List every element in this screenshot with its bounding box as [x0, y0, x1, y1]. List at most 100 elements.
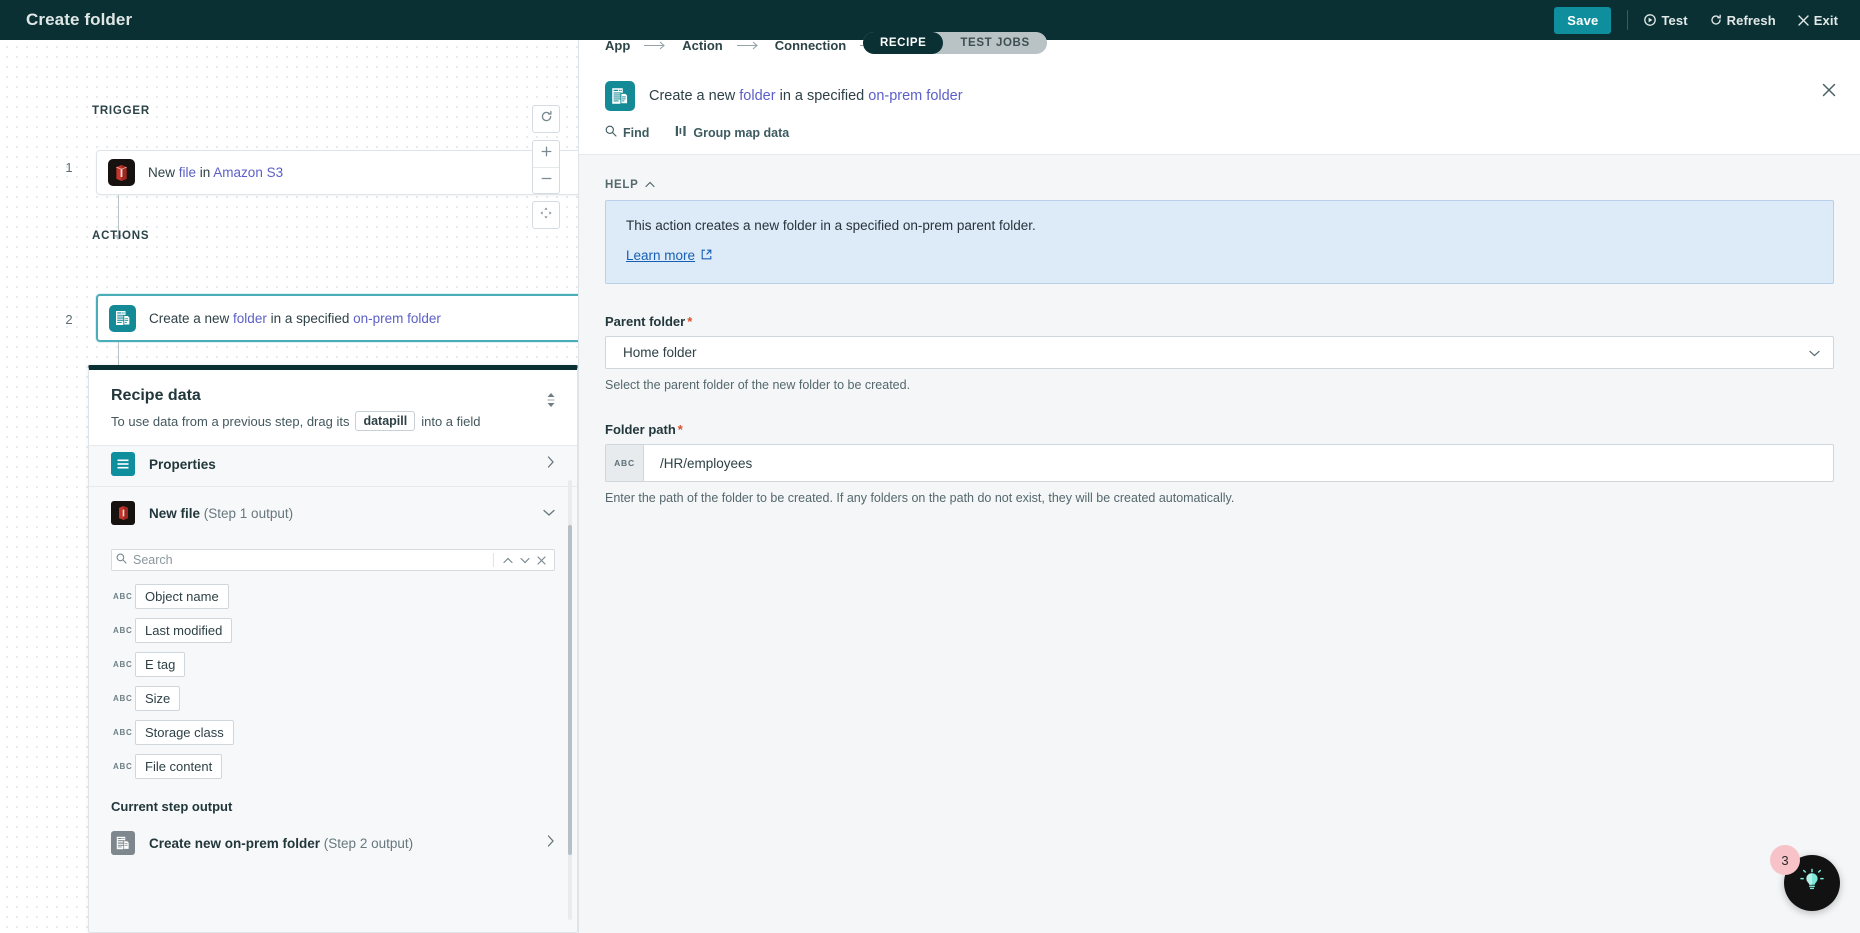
panel-resize-handle[interactable] [545, 392, 557, 413]
recipe-data-row-properties[interactable]: Properties [89, 442, 577, 486]
step-text-datapill-2: Amazon S3 [213, 165, 283, 180]
header-actions: Save Test Refresh [1554, 7, 1860, 34]
folder-path-label: Folder path [605, 422, 676, 437]
recipe-data-title: Recipe data [111, 387, 555, 405]
divider [1627, 10, 1628, 30]
help-label: HELP [605, 179, 638, 191]
zoom-out-button[interactable] [533, 167, 559, 193]
action-text-mid: in a specified [267, 311, 353, 326]
help-box: This action creates a new folder in a sp… [605, 200, 1834, 284]
title-prefix: Create a new [649, 88, 739, 104]
step2-name: Create new on-prem folder [149, 836, 320, 851]
current-step-output-label: Current step output [89, 783, 577, 818]
properties-icon [111, 452, 135, 476]
datapill[interactable]: Storage class [135, 720, 234, 745]
exit-label: Exit [1814, 13, 1838, 28]
step1-suffix: (Step 1 output) [204, 506, 293, 521]
assistant-fab[interactable]: 3 [1784, 855, 1840, 911]
action-config-panel: App Action Connection Setup [578, 28, 1860, 933]
list-item[interactable]: ABC Storage class [89, 715, 577, 749]
step-number-1: 1 [62, 160, 76, 175]
fit-to-screen-button[interactable] [533, 202, 559, 228]
recipe-data-header: Recipe data To use data from a previous … [89, 370, 577, 445]
action-text-datapill-2: on-prem folder [353, 311, 441, 326]
group-map-data-button[interactable]: Group map data [675, 125, 789, 140]
folder-path-value[interactable]: /HR/employees [644, 445, 1833, 481]
datapill[interactable]: Size [135, 686, 180, 711]
search-icon [116, 551, 127, 569]
play-circle-icon [1644, 14, 1656, 26]
step-text-mid: in [196, 165, 213, 180]
refresh-label: Refresh [1727, 13, 1776, 28]
list-item[interactable]: ABC E tag [89, 647, 577, 681]
step1-output-label: New file (Step 1 output) [149, 506, 293, 521]
search-next-button[interactable] [516, 557, 533, 564]
zoom-in-button[interactable] [533, 141, 559, 167]
recipe-data-row-step1[interactable]: New file (Step 1 output) [89, 487, 577, 539]
fit-group [532, 201, 560, 229]
tab-test-jobs[interactable]: TEST JOBS [943, 32, 1046, 54]
required-asterisk: * [687, 314, 692, 329]
reset-icon [540, 110, 553, 128]
learn-more-link[interactable]: Learn more [626, 248, 712, 263]
datapill-chip-example: datapill [355, 411, 415, 431]
reset-zoom-group [532, 105, 560, 133]
tab-recipe[interactable]: RECIPE [863, 32, 943, 54]
title-datapill-1: folder [739, 88, 775, 104]
datapill-type: ABC [113, 762, 135, 771]
help-body-text: This action creates a new folder in a sp… [626, 218, 1813, 233]
exit-button[interactable]: Exit [1798, 13, 1838, 28]
help-section-toggle[interactable]: HELP [605, 179, 1834, 191]
search-prev-button[interactable] [499, 557, 516, 564]
reset-zoom-button[interactable] [533, 106, 559, 132]
arrow-right-icon [737, 41, 761, 50]
search-input-wrapper[interactable] [111, 549, 555, 571]
action-panel-body: HELP This action creates a new folder in… [579, 155, 1860, 933]
recipe-step-action-text: Create a new folder in a specified on-pr… [149, 311, 441, 326]
step1-name: New file [149, 506, 200, 521]
parent-folder-select[interactable]: Home folder [605, 336, 1834, 369]
chevron-up-icon [645, 179, 655, 191]
properties-label: Properties [149, 457, 216, 472]
learn-more-label: Learn more [626, 248, 695, 263]
chevron-down-icon [543, 504, 555, 522]
find-button[interactable]: Find [605, 125, 649, 140]
plus-icon [540, 145, 553, 163]
search-clear-button[interactable] [533, 556, 550, 565]
refresh-button[interactable]: Refresh [1710, 13, 1776, 28]
list-item[interactable]: ABC Size [89, 681, 577, 715]
search-icon [605, 125, 617, 140]
recipe-data-panel: Recipe data To use data from a previous … [88, 365, 578, 933]
recipe-data-scroll-area[interactable]: Properties New file (Step 1 output) [89, 442, 577, 933]
datapill[interactable]: File content [135, 754, 222, 779]
close-panel-button[interactable] [1822, 83, 1836, 102]
scrollbar-thumb[interactable] [568, 525, 572, 855]
datapill[interactable]: Last modified [135, 618, 232, 643]
list-item[interactable]: ABC File content [89, 749, 577, 783]
recipe-step-action[interactable]: Create a new folder in a specified on-pr… [96, 294, 578, 342]
on-prem-folder-icon [605, 81, 635, 111]
datapill-type: ABC [113, 694, 135, 703]
divider [493, 553, 494, 567]
test-label: Test [1661, 13, 1687, 28]
folder-path-input-wrapper[interactable]: ABC /HR/employees [605, 444, 1834, 482]
datapill-type: ABC [113, 626, 135, 635]
step-text-prefix: New [148, 165, 179, 180]
datapill[interactable]: Object name [135, 584, 229, 609]
search-input[interactable] [133, 553, 488, 567]
list-item[interactable]: ABC Last modified [89, 613, 577, 647]
subtitle-before: To use data from a previous step, drag i… [111, 414, 349, 429]
recipe-data-row-step2[interactable]: Create new on-prem folder (Step 2 output… [89, 818, 577, 868]
save-button[interactable]: Save [1554, 7, 1611, 34]
recipe-step-trigger[interactable]: New file in Amazon S3 [96, 150, 578, 195]
fit-icon [539, 206, 553, 225]
datapill-type: ABC [113, 660, 135, 669]
datatype-badge-abc: ABC [606, 445, 644, 481]
canvas-controls [532, 105, 560, 236]
lightbulb-icon [1799, 868, 1825, 899]
assistant-badge-count: 3 [1770, 845, 1800, 875]
list-item[interactable]: ABC Object name [89, 579, 577, 613]
datapill[interactable]: E tag [135, 652, 185, 677]
parent-folder-hint: Select the parent folder of the new fold… [605, 378, 1834, 392]
test-button[interactable]: Test [1644, 13, 1687, 28]
